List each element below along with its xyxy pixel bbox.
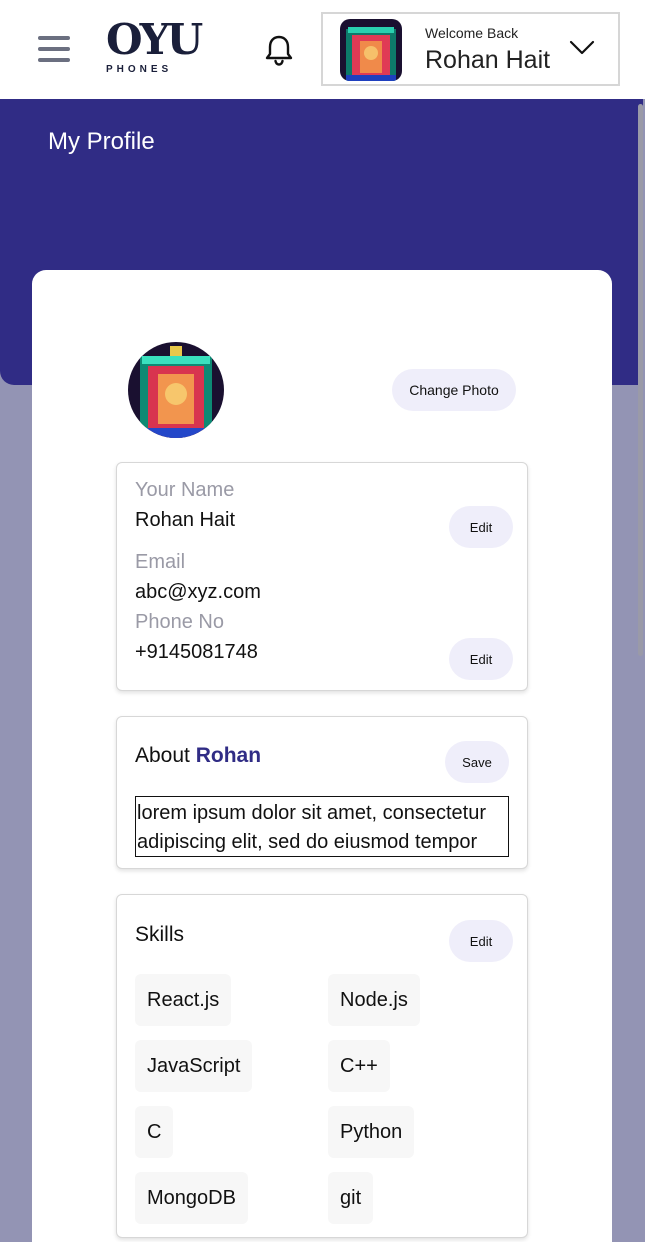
edit-name-button[interactable]: Edit <box>449 506 513 548</box>
bell-icon[interactable] <box>262 33 296 67</box>
top-bar: OYU PHONES Welcome Back Rohan Hait <box>0 0 645 99</box>
skill-chip: MongoDB <box>135 1172 248 1224</box>
skill-chip: React.js <box>135 974 232 1026</box>
skill-chip: git <box>328 1172 374 1224</box>
edit-contact-button[interactable]: Edit <box>449 638 513 680</box>
user-menu[interactable]: Welcome Back Rohan Hait <box>321 12 620 86</box>
email-value: abc@xyz.com <box>135 581 261 603</box>
skill-chip: C <box>135 1106 174 1158</box>
brand-logo[interactable]: OYU PHONES <box>106 15 203 80</box>
logo-text: PHONES <box>106 64 173 75</box>
profile-photo <box>128 342 224 438</box>
about-prefix: About <box>135 744 190 767</box>
scrollbar-thumb[interactable] <box>638 104 643 656</box>
about-textarea[interactable]: lorem ipsum dolor sit amet, consectetur … <box>135 796 509 857</box>
user-name: Rohan Hait <box>425 46 551 74</box>
skills-title: Skills <box>135 923 185 946</box>
page-title: My Profile <box>48 128 155 155</box>
phone-label: Phone No <box>135 611 224 633</box>
logo-mark: OYU <box>106 15 203 64</box>
email-label: Email <box>135 551 186 573</box>
skill-chip: C++ <box>328 1040 390 1092</box>
chevron-down-icon[interactable] <box>569 38 595 58</box>
name-value: Rohan Hait <box>135 509 236 531</box>
about-text-line-1: lorem ipsum dolor sit amet, consectetur <box>137 802 487 824</box>
skill-chip: JavaScript <box>135 1040 253 1092</box>
avatar <box>340 19 402 81</box>
welcome-text: Welcome Back <box>425 25 519 41</box>
phone-value: +9145081748 <box>135 641 258 663</box>
name-label: Your Name <box>135 479 235 501</box>
about-user-name: Rohan <box>195 744 262 767</box>
about-title: About Rohan <box>135 744 261 768</box>
change-photo-button[interactable]: Change Photo <box>392 369 516 411</box>
save-about-button[interactable]: Save <box>445 741 509 783</box>
menu-icon[interactable] <box>38 36 70 64</box>
about-text-line-2: adipiscing elit, sed do eiusmod tempor <box>137 831 478 853</box>
edit-skills-button[interactable]: Edit <box>449 920 513 962</box>
skill-chip: Python <box>328 1106 415 1158</box>
skill-chip: Node.js <box>328 974 420 1026</box>
